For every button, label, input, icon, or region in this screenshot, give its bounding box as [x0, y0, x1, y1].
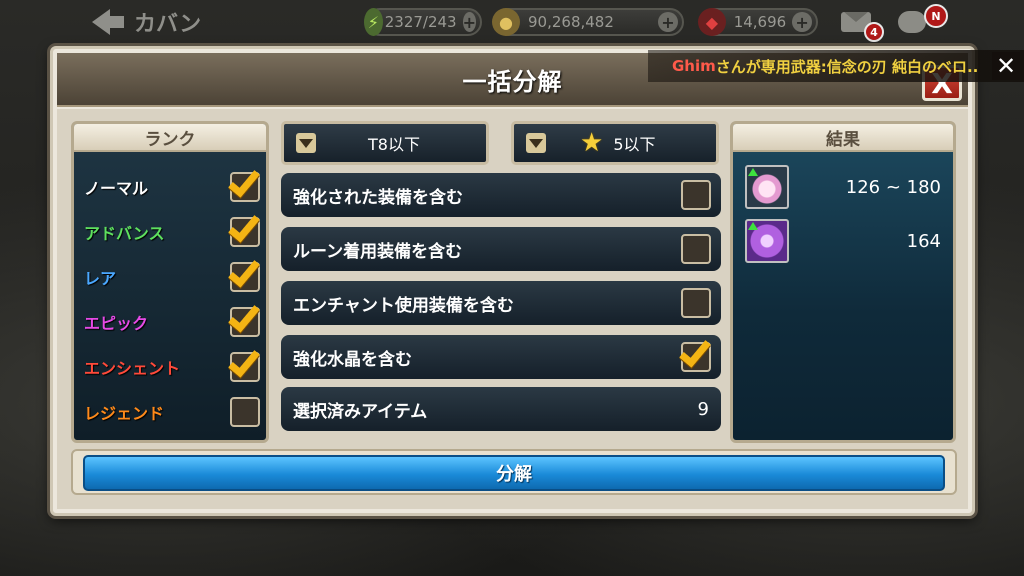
gem-counter: ◆ 14,696 +	[698, 8, 818, 36]
result-item: 164	[745, 218, 945, 264]
result-panel-header: 結果	[733, 124, 953, 152]
star-value: 5以下	[613, 135, 656, 154]
chat-bubble-icon	[898, 11, 926, 33]
checkmark-icon	[228, 299, 260, 333]
option-label: 強化水晶を含む	[293, 349, 412, 370]
checkmark-icon	[228, 344, 260, 378]
dropdown-arrow-icon	[526, 133, 546, 153]
checkmark-icon	[228, 209, 260, 243]
rank-row[interactable]: アドバンス	[84, 209, 260, 251]
stamina-counter: ⚡ 2327/243 +	[364, 8, 482, 36]
dialog-title: 一括分解	[462, 67, 563, 96]
option-label: エンチャント使用装備を含む	[293, 295, 514, 316]
rank-panel: ランク ノーマルアドバンスレアエピックエンシェント レジェンド	[71, 121, 269, 443]
banner-player-name: Ghim	[672, 57, 716, 75]
disassemble-bar: 分解	[71, 449, 957, 495]
option-checkbox[interactable]	[681, 180, 711, 210]
purple-crystal-icon[interactable]	[745, 219, 789, 263]
rank-checkbox[interactable]	[230, 397, 260, 427]
back-label: カバン	[134, 12, 202, 37]
mail-button[interactable]: 4	[838, 8, 884, 42]
ruby-gem-icon: ◆	[698, 8, 726, 36]
tier-dropdown[interactable]: T8以下	[281, 121, 489, 165]
rank-row[interactable]: レア	[84, 254, 260, 296]
chat-button[interactable]: N	[894, 4, 948, 36]
selected-items-row: 選択済みアイテム 9	[281, 387, 721, 431]
rank-label: レジェンド	[84, 404, 165, 423]
top-bar: カバン ⚡ 2327/243 + ● 90,268,482 + ◆ 14,696…	[0, 0, 1024, 44]
dropdown-arrow-icon	[296, 133, 316, 153]
rank-label: エンシェント	[84, 359, 181, 378]
selected-items-count: 9	[697, 398, 709, 420]
rank-row[interactable]: エンシェント	[84, 344, 260, 386]
option-row[interactable]: 強化水晶を含む	[281, 334, 721, 379]
option-label: 強化された装備を含む	[293, 187, 463, 208]
gold-value: 90,268,482	[528, 13, 614, 31]
selected-items-label: 選択済みアイテム	[293, 401, 428, 422]
rank-label: ノーマル	[84, 179, 149, 198]
rank-label: レア	[84, 269, 117, 288]
rank-checkbox[interactable]	[228, 299, 260, 337]
gold-counter: ● 90,268,482 +	[492, 8, 684, 36]
result-item: 126 ~ 180	[745, 164, 945, 210]
rank-panel-header: ランク	[74, 124, 266, 152]
lightning-icon: ⚡	[364, 8, 383, 36]
mail-badge: 4	[864, 22, 884, 42]
rank-checkbox[interactable]	[228, 209, 260, 247]
rank-checkbox[interactable]	[228, 254, 260, 292]
dialog-body: ランク ノーマルアドバンスレアエピックエンシェント レジェンド T8以下 ★ 5以…	[57, 109, 968, 509]
gold-plus-button[interactable]: +	[658, 12, 678, 32]
notice-badge: N	[924, 4, 948, 28]
gem-plus-button[interactable]: +	[792, 12, 812, 32]
option-row[interactable]: 強化された装備を含む	[281, 173, 721, 217]
option-label: ルーン着用装備を含む	[293, 241, 463, 262]
checkmark-icon	[228, 164, 260, 198]
banner-close-button[interactable]: ✕	[992, 52, 1020, 80]
option-checkbox[interactable]	[681, 234, 711, 264]
rank-checkbox[interactable]	[228, 344, 260, 382]
banner-message: さんが専用武器:信念の刃 純白のベロ..	[715, 57, 979, 76]
option-checkbox[interactable]	[681, 288, 711, 318]
rank-row[interactable]: エピック	[84, 299, 260, 341]
option-checkbox[interactable]	[679, 334, 711, 372]
star-icon: ★	[580, 128, 604, 158]
back-button[interactable]: カバン	[92, 6, 201, 38]
rank-checkbox[interactable]	[228, 164, 260, 202]
option-row[interactable]: ルーン着用装備を含む	[281, 227, 721, 271]
pink-crystal-icon[interactable]	[745, 165, 789, 209]
stamina-plus-button[interactable]: +	[462, 12, 476, 32]
result-value: 126 ~ 180	[845, 176, 941, 198]
star-dropdown[interactable]: ★ 5以下	[511, 121, 719, 165]
option-row[interactable]: エンチャント使用装備を含む	[281, 281, 721, 325]
stamina-value: 2327/243	[384, 13, 457, 31]
rank-label: アドバンス	[84, 224, 165, 243]
rank-row[interactable]: レジェンド	[84, 393, 260, 431]
checkmark-icon	[228, 254, 260, 288]
bulk-disassemble-dialog: 一括分解 X ランク ノーマル アドバンス レア エピック エンシェント レジェンド T8…	[50, 46, 975, 516]
notification-banner: Ghim さんが専用武器:信念の刃 純白のベロ.. ✕	[648, 50, 1024, 82]
tier-value: T8以下	[368, 135, 420, 154]
checkmark-icon	[679, 334, 711, 368]
rank-label: エピック	[84, 314, 149, 333]
result-value: 164	[906, 230, 941, 252]
result-panel: 結果 126 ~ 180 164	[730, 121, 956, 443]
disassemble-button[interactable]: 分解	[83, 455, 945, 491]
gem-value: 14,696	[733, 13, 787, 31]
back-arrow-icon	[92, 9, 124, 35]
rank-row[interactable]: ノーマル	[84, 164, 260, 206]
gold-coin-icon: ●	[492, 8, 520, 36]
